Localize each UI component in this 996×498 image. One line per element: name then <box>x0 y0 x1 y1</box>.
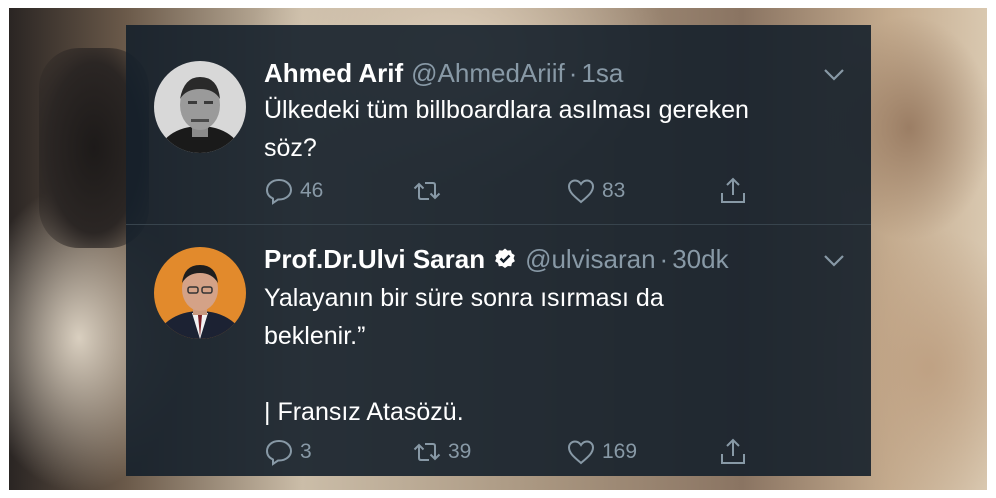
tweet-text-line: söz? <box>264 134 317 162</box>
retweet-icon <box>413 182 441 200</box>
tweet-time[interactable]: 30dk <box>672 244 728 275</box>
reply-button[interactable]: 3 <box>264 436 312 468</box>
author-handle[interactable]: @ulvisaran <box>525 244 655 275</box>
reply-icon <box>265 439 293 466</box>
tweet-1[interactable]: Ahmed Arif @AhmedAriif · 1sa Ülkedeki tü… <box>126 25 871 225</box>
verified-badge-icon <box>495 248 515 268</box>
tweet-text: Yalayanın bir süre sonra ısırması da bek… <box>264 279 844 431</box>
share-icon <box>721 438 745 464</box>
reply-count: 3 <box>300 440 312 463</box>
like-button[interactable]: 83 <box>566 175 625 207</box>
like-icon <box>567 440 595 465</box>
share-button[interactable] <box>718 436 748 468</box>
author-name[interactable]: Prof.Dr.Ulvi Saran <box>264 244 485 275</box>
tweet-time[interactable]: 1sa <box>581 58 623 89</box>
share-icon <box>721 177 745 203</box>
tweet-text-line: Ülkedeki tüm billboardlara asılması gere… <box>264 96 749 124</box>
reply-count: 46 <box>300 179 324 202</box>
tweet-panel: Ahmed Arif @AhmedAriif · 1sa Ülkedeki tü… <box>126 25 871 476</box>
tweet-text-line: | Fransız Atasözü. <box>264 398 464 426</box>
avatar-ahmed-arif[interactable] <box>154 61 246 153</box>
tweet-text: Ülkedeki tüm billboardlara asılması gere… <box>264 91 844 167</box>
tweet-text-line: Yalayanın bir süre sonra ısırması da <box>264 284 664 312</box>
chevron-down-icon[interactable] <box>823 68 845 82</box>
tweet-header: Prof.Dr.Ulvi Saran @ulvisaran · 30dk <box>264 244 729 274</box>
retweet-button[interactable]: 39 <box>412 436 471 468</box>
like-icon <box>567 179 595 204</box>
tweet-actions: 46 83 <box>264 175 764 207</box>
like-button[interactable]: 169 <box>566 436 637 468</box>
author-handle[interactable]: @AhmedAriif <box>411 58 565 89</box>
tweet-2[interactable]: Prof.Dr.Ulvi Saran @ulvisaran · 30dk Yal… <box>126 225 871 476</box>
reply-button[interactable]: 46 <box>264 175 323 207</box>
reply-icon <box>265 178 293 205</box>
share-button[interactable] <box>718 175 748 207</box>
retweet-count: 39 <box>448 440 472 463</box>
author-name[interactable]: Ahmed Arif <box>264 58 403 89</box>
like-count: 83 <box>602 179 626 202</box>
retweet-button[interactable] <box>412 175 448 207</box>
avatar-ulvi-saran[interactable] <box>154 247 246 339</box>
like-count: 169 <box>602 440 638 463</box>
tweet-text-line: beklenir.” <box>264 322 366 350</box>
separator-dot: · <box>568 57 578 88</box>
separator-dot: · <box>659 243 669 274</box>
tweet-actions: 3 39 169 <box>264 436 764 468</box>
tweet-header: Ahmed Arif @AhmedAriif · 1sa <box>264 58 623 88</box>
retweet-icon <box>413 443 441 461</box>
chevron-down-icon[interactable] <box>823 254 845 268</box>
tweet-text-line <box>264 355 844 393</box>
